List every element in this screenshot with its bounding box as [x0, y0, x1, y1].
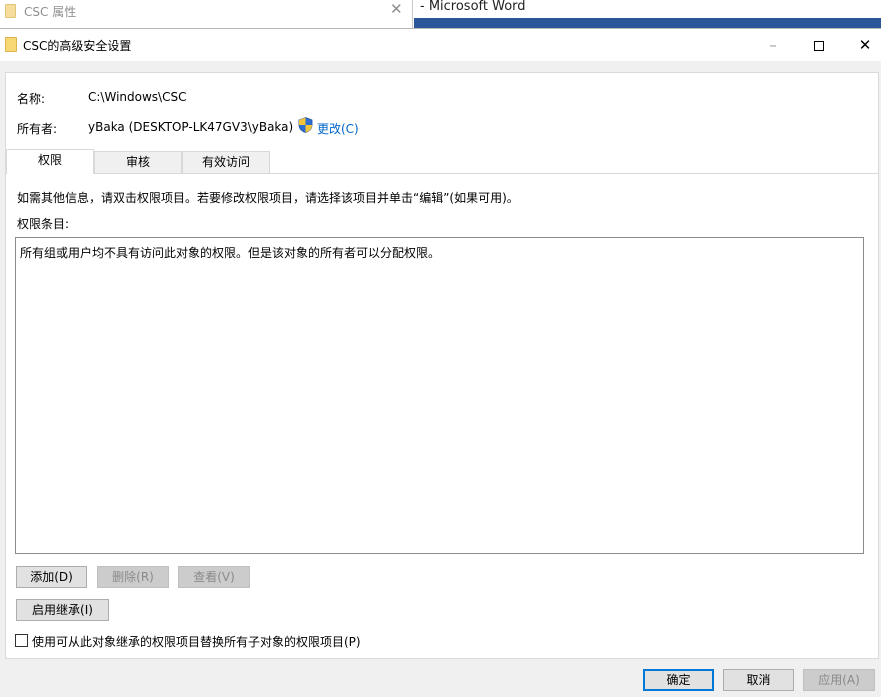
close-icon[interactable]: ✕ [390, 0, 403, 18]
info-text: 如需其他信息，请双击权限项目。若要修改权限项目，请选择该项目并单击“编辑”(如果… [17, 191, 519, 205]
dialog-title: CSC的高级安全设置 [23, 39, 132, 53]
remove-button[interactable]: 删除(R) [97, 566, 169, 588]
replace-child-permissions-checkbox[interactable] [15, 634, 28, 647]
tab-effective-access[interactable]: 有效访问 [182, 151, 270, 173]
word-window-title: - Microsoft Word [420, 0, 526, 14]
tab-permissions[interactable]: 权限 [6, 149, 94, 174]
add-button[interactable]: 添加(D) [16, 566, 87, 588]
tab-auditing[interactable]: 审核 [94, 151, 182, 173]
uac-shield-icon [298, 117, 313, 133]
entries-label: 权限条目: [17, 217, 70, 231]
background-properties-window[interactable]: CSC 属性 ✕ [0, 0, 413, 28]
cancel-button[interactable]: 取消 [723, 669, 794, 691]
advanced-security-dialog: CSC的高级安全设置 – ✕ 名称: C:\Windows\CSC 所有者: y… [0, 28, 881, 697]
change-owner-link[interactable]: 更改(C) [317, 120, 359, 137]
maximize-button[interactable] [796, 29, 842, 61]
ok-button[interactable]: 确定 [643, 669, 714, 691]
folder-icon [5, 4, 16, 18]
background-word-window[interactable]: - Microsoft Word [414, 0, 881, 28]
name-label: 名称: [17, 92, 46, 106]
word-ribbon [414, 18, 881, 28]
enable-inheritance-button[interactable]: 启用继承(I) [16, 599, 109, 621]
tab-divider [6, 173, 879, 174]
name-value: C:\Windows\CSC [88, 90, 187, 104]
background-window-title: CSC 属性 [24, 5, 77, 19]
permission-entries-list[interactable]: 所有组或用户均不具有访问此对象的权限。但是该对象的所有者可以分配权限。 [15, 237, 864, 554]
close-icon: ✕ [858, 36, 872, 54]
owner-value: yBaka (DESKTOP-LK47GV3\yBaka) [88, 120, 294, 134]
folder-icon [5, 37, 17, 52]
view-button[interactable]: 查看(V) [178, 566, 250, 588]
apply-button[interactable]: 应用(A) [803, 669, 875, 691]
replace-child-permissions-label[interactable]: 使用可从此对象继承的权限项目替换所有子对象的权限项目(P) [32, 633, 361, 650]
title-bar[interactable]: CSC的高级安全设置 – ✕ [0, 29, 881, 61]
close-button[interactable]: ✕ [842, 29, 881, 61]
empty-list-message: 所有组或用户均不具有访问此对象的权限。但是该对象的所有者可以分配权限。 [20, 246, 441, 260]
minimize-button[interactable]: – [750, 29, 796, 61]
owner-label: 所有者: [17, 122, 58, 136]
maximize-icon [814, 40, 824, 51]
